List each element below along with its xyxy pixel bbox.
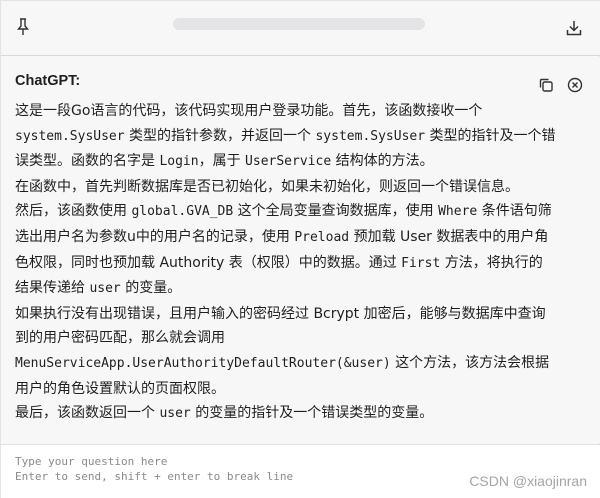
- inline-code: Login: [159, 154, 199, 170]
- input-area: CSDN @xiaojinran: [1, 444, 600, 498]
- message-line: 然后，该函数使用 global.GVA_DB 这个全局变量查询数据库，使用 Wh…: [15, 199, 587, 225]
- download-icon[interactable]: [565, 19, 583, 37]
- message-line: 选出用户名为参数u中的用户名的记录，使用 Preload 预加载 User 数据…: [15, 225, 587, 251]
- inline-code: system.SysUser: [315, 128, 426, 144]
- message-text: 这是一段Go语言的代码，该代码实现用户登录功能。首先，该函数接收一个: [15, 103, 483, 119]
- message-text: 选出用户名为参数u中的用户名的记录，使用: [15, 228, 295, 245]
- question-input[interactable]: [7, 449, 447, 495]
- message-text: 结果传递给: [15, 280, 90, 297]
- message-text: 这个方法，该方法会根据: [390, 354, 550, 371]
- inline-code: user: [89, 281, 121, 297]
- message-area: ChatGPT: 这是一段Go语言的代码，该代码实现用户登录功能。首先，该函数接…: [1, 57, 600, 498]
- message-line: 到的用户密码匹配，那么就会调用: [15, 326, 587, 351]
- inline-code: global.GVA_DB: [131, 204, 234, 220]
- message-text: 最后，该函数返回一个: [15, 405, 160, 422]
- inline-code: system.SysUser: [15, 128, 125, 144]
- watermark: CSDN @xiaojinran: [469, 473, 587, 489]
- message-text: 在函数中，首先判断数据库是否已初始化，如果未初始化，则返回一个错误信息。: [15, 178, 519, 195]
- inline-code: UserService: [245, 154, 332, 170]
- message-text: ，属于: [198, 153, 246, 170]
- message-text: 然后，该函数使用: [15, 203, 132, 220]
- message-line: 结果传递给 user 的变量。: [15, 276, 587, 302]
- message-text: 类型的指针及一个错: [425, 127, 556, 144]
- inline-code: Preload: [294, 229, 350, 245]
- chat-window: ChatGPT: 这是一段Go语言的代码，该代码实现用户登录功能。首先，该函数接…: [0, 0, 600, 498]
- message-text: 如果执行没有出现错误，且用户输入的密码经过 Bcrypt 加密后，能够与数据库中…: [15, 305, 546, 322]
- pin-icon[interactable]: [15, 17, 31, 37]
- inline-code: MenuServiceApp.UserAuthorityDefaultRoute…: [15, 355, 391, 371]
- message-line: 误类型。函数的名字是 Login，属于 UserService 结构体的方法。: [15, 149, 587, 175]
- message-text: 条件语句筛: [477, 203, 552, 220]
- url-bar: [173, 18, 425, 30]
- message-text: 用户的角色设置默认的页面权限。: [15, 380, 225, 397]
- inline-code: user: [159, 406, 191, 422]
- message-body: 这是一段Go语言的代码，该代码实现用户登录功能。首先，该函数接收一个 system…: [15, 99, 587, 427]
- message-text: 类型的指针参数，并返回一个: [124, 127, 316, 144]
- message-text: 这个全局变量查询数据库，使用: [233, 203, 439, 220]
- message-line: system.SysUser 类型的指针参数，并返回一个 system.SysU…: [15, 124, 587, 150]
- top-bar: [1, 1, 600, 56]
- message-text: 方法，将执行的: [440, 254, 543, 271]
- message-line: 用户的角色设置默认的页面权限。: [15, 377, 587, 402]
- message-text: 到的用户密码匹配，那么就会调用: [15, 330, 225, 347]
- message-sender: ChatGPT:: [15, 73, 81, 89]
- copy-icon[interactable]: [538, 77, 554, 93]
- message-text: 结构体的方法。: [331, 153, 434, 170]
- message-line: 色权限，同时也预加载 Authority 表（权限）中的数据。通过 First …: [15, 251, 587, 277]
- message-text: 的变量。: [120, 280, 182, 297]
- message-text: 的变量的指针及一个错误类型的变量。: [190, 405, 434, 422]
- inline-code: First: [401, 255, 441, 271]
- inline-code: Where: [438, 204, 478, 220]
- message-text: 预加载 User 数据表中的用户角: [349, 228, 549, 245]
- message-line: 在函数中，首先判断数据库是否已初始化，如果未初始化，则返回一个错误信息。: [15, 175, 587, 200]
- message-line: 这是一段Go语言的代码，该代码实现用户登录功能。首先，该函数接收一个: [15, 99, 587, 124]
- message-text: 误类型。函数的名字是: [15, 153, 160, 170]
- close-circle-icon[interactable]: [567, 77, 583, 93]
- message-line: 如果执行没有出现错误，且用户输入的密码经过 Bcrypt 加密后，能够与数据库中…: [15, 302, 587, 327]
- message-line: MenuServiceApp.UserAuthorityDefaultRoute…: [15, 351, 587, 377]
- message-line: 最后，该函数返回一个 user 的变量的指针及一个错误类型的变量。: [15, 401, 587, 427]
- message-text: 色权限，同时也预加载 Authority 表（权限）中的数据。通过: [15, 254, 402, 271]
